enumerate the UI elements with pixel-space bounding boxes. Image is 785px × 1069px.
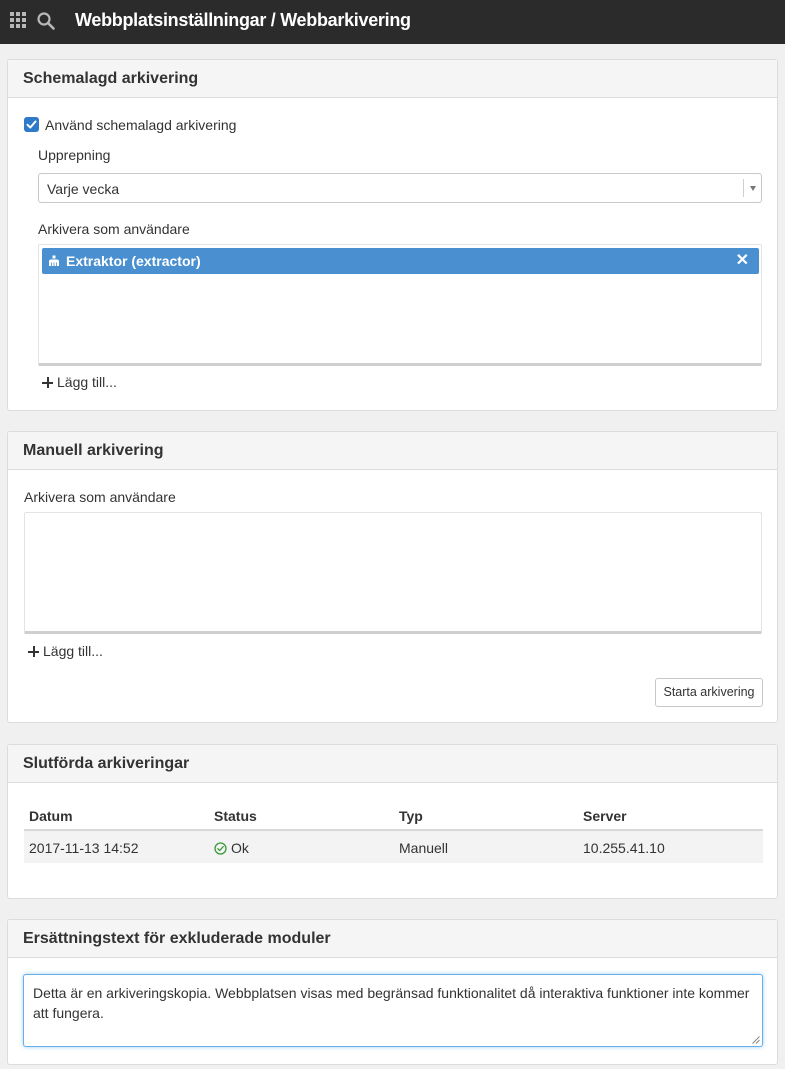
archive-as-user-label: Arkivera som användare (24, 489, 176, 505)
repeat-select-value: Varje vecka (47, 181, 120, 197)
panel-header: Ersättningstext för exkluderade moduler (8, 920, 777, 958)
panel-header: Schemalagd arkivering (8, 60, 777, 98)
scheduled-add-user-link[interactable]: Lägg till... (42, 374, 117, 390)
row-status: Ok (214, 840, 249, 856)
panel-header: Manuell arkivering (8, 432, 777, 470)
table-header: Datum Status Typ Server (24, 795, 763, 831)
row-server: 10.255.41.10 (583, 840, 665, 856)
column-header-date[interactable]: Datum (29, 808, 73, 824)
manual-user-list[interactable] (24, 512, 762, 634)
chevron-down-icon (750, 186, 756, 191)
user-chip-label: Extraktor (extractor) (66, 253, 201, 269)
manual-archiving-panel: Manuell arkivering Arkivera som användar… (7, 431, 778, 723)
add-user-label: Lägg till... (57, 374, 117, 390)
repeat-select[interactable]: Varje vecka (38, 173, 762, 203)
add-user-label: Lägg till... (43, 643, 103, 659)
panel-header: Slutförda arkiveringar (8, 745, 777, 783)
row-date: 2017-11-13 14:52 (29, 840, 139, 856)
app-grid-icon[interactable] (10, 12, 26, 28)
row-type: Manuell (399, 840, 449, 856)
user-chip[interactable]: Extraktor (extractor) ✕ (42, 248, 759, 274)
check-circle-icon (214, 842, 227, 855)
close-icon[interactable]: ✕ (736, 252, 749, 270)
manual-add-user-link[interactable]: Lägg till... (28, 643, 103, 659)
plus-icon (28, 646, 39, 657)
checkmark-icon (26, 120, 37, 129)
scheduled-archiving-checkbox[interactable] (24, 117, 39, 132)
scheduled-archiving-checkbox-label[interactable]: Använd schemalagd arkivering (45, 117, 236, 133)
search-icon[interactable] (36, 11, 56, 31)
page-title: Webbplatsinställningar / Webbarkivering (75, 10, 411, 30)
archive-as-user-label: Arkivera som användare (38, 221, 190, 237)
replacement-text-value: Detta är en arkiveringskopia. Webbplatse… (33, 985, 750, 1021)
completed-archivings-panel: Slutförda arkiveringar Datum Status Typ … (7, 744, 778, 899)
top-bar: Webbplatsinställningar / Webbarkivering (0, 0, 785, 44)
replacement-text-textarea[interactable]: Detta är en arkiveringskopia. Webbplatse… (23, 974, 763, 1047)
column-header-status[interactable]: Status (214, 808, 257, 824)
user-icon (49, 255, 59, 266)
row-status-text: Ok (231, 840, 249, 856)
plus-icon (42, 377, 53, 388)
table-row: 2017-11-13 14:52 Ok Manuell 10.255.41.10 (24, 831, 763, 863)
repeat-label: Upprepning (38, 147, 111, 163)
scheduled-user-list[interactable]: Extraktor (extractor) ✕ (38, 244, 762, 366)
replacement-text-panel: Ersättningstext för exkluderade moduler … (7, 919, 778, 1065)
start-archiving-button[interactable]: Starta arkivering (655, 678, 763, 707)
resize-handle-icon[interactable] (751, 1035, 760, 1044)
scheduled-archiving-panel: Schemalagd arkivering Använd schemalagd … (7, 59, 778, 411)
column-header-type[interactable]: Typ (399, 808, 423, 824)
column-header-server[interactable]: Server (583, 808, 627, 824)
